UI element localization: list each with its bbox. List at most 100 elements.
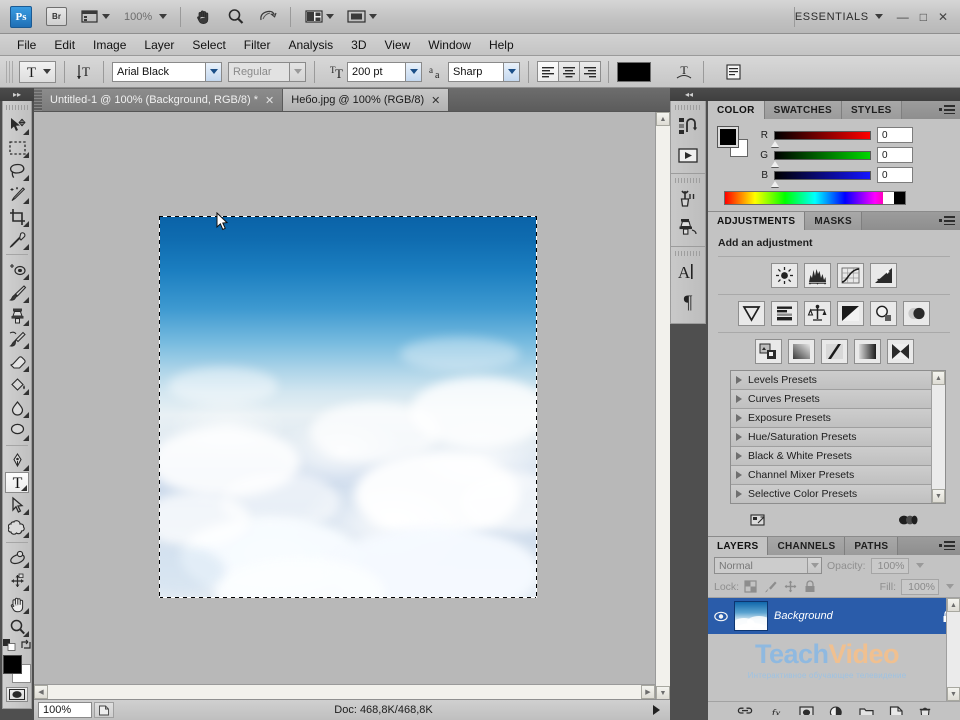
scroll-up-button[interactable]: ▲	[656, 112, 670, 126]
tool-hand[interactable]	[4, 592, 30, 615]
tool-dodge[interactable]	[4, 419, 30, 442]
menu-file[interactable]: File	[8, 36, 45, 54]
tool-eyedropper[interactable]	[4, 228, 30, 251]
menu-image[interactable]: Image	[84, 36, 135, 54]
panel-dock-header[interactable]	[708, 88, 960, 101]
layers-panel-menu-button[interactable]	[939, 541, 955, 550]
adjustment-presets-list[interactable]: Levels Presets Curves Presets Exposure P…	[730, 370, 946, 504]
tool-pen[interactable]	[4, 449, 30, 472]
layers-scroll-up-button[interactable]: ▲	[947, 598, 960, 612]
tool-horizontal-type[interactable]: T	[5, 472, 29, 493]
align-left-button[interactable]	[537, 61, 559, 82]
text-color-swatch[interactable]	[617, 61, 651, 82]
g-value-field[interactable]: 0	[877, 147, 913, 163]
tool-lasso[interactable]	[4, 159, 30, 182]
screen-mode-button[interactable]	[347, 8, 378, 25]
paragraph-panel-icon[interactable]: ¶	[673, 287, 703, 315]
default-colors-icon[interactable]	[2, 638, 16, 651]
tool-path-selection[interactable]	[4, 493, 30, 516]
tool-history-brush[interactable]	[4, 327, 30, 350]
tool-3d-rotate[interactable]	[4, 546, 30, 569]
window-minimize-button[interactable]: —	[897, 10, 909, 24]
layer-name[interactable]: Background	[774, 610, 936, 622]
swap-colors-icon[interactable]	[20, 639, 32, 651]
tab-layers[interactable]: LAYERS	[708, 537, 769, 555]
hue-saturation-icon[interactable]	[771, 301, 798, 326]
canvas-vertical-scrollbar[interactable]: ▲ ▼	[655, 112, 670, 700]
tool-presets-panel-icon[interactable]	[673, 185, 703, 213]
menu-help[interactable]: Help	[480, 36, 523, 54]
layer-visibility-eye-icon[interactable]	[714, 611, 728, 622]
view-previous-state-icon[interactable]	[898, 512, 918, 526]
toolbox-collapse-button[interactable]: ▸▸	[0, 88, 34, 101]
font-family-select[interactable]: Arial Black	[112, 61, 222, 82]
history-panel-icon[interactable]	[673, 112, 703, 140]
opacity-value-field[interactable]: 100%	[870, 557, 909, 574]
options-bar-grip[interactable]	[6, 60, 13, 83]
tool-gradient[interactable]	[4, 373, 30, 396]
zoom-chevron-down-icon[interactable]	[159, 14, 168, 19]
tool-move[interactable]	[4, 113, 30, 136]
menu-view[interactable]: View	[375, 36, 419, 54]
lock-image-pixels-icon[interactable]	[764, 580, 777, 593]
document-canvas[interactable]	[159, 216, 537, 598]
g-slider[interactable]	[771, 150, 871, 167]
window-maximize-button[interactable]: □	[920, 10, 927, 24]
tool-rectangular-marquee[interactable]	[4, 136, 30, 159]
posterize-icon[interactable]	[787, 339, 815, 364]
canvas-horizontal-scrollbar[interactable]: ◀ ▶	[34, 684, 655, 699]
tab-adjustments[interactable]: ADJUSTMENTS	[708, 212, 806, 230]
adjustments-panel-menu-button[interactable]	[939, 216, 955, 225]
menu-filter[interactable]: Filter	[235, 36, 280, 54]
font-style-select[interactable]: Regular	[228, 61, 306, 82]
zoom-tool-button[interactable]	[226, 8, 245, 25]
rotate-view-tool-button[interactable]	[258, 8, 277, 25]
selective-color-icon[interactable]	[886, 339, 914, 364]
document-tab-grip[interactable]	[34, 88, 42, 111]
presets-scrollbar[interactable]: ▲ ▼	[931, 371, 945, 503]
align-center-button[interactable]	[558, 61, 580, 82]
tool-quick-selection[interactable]	[4, 182, 30, 205]
document-tab-nebo-jpg[interactable]: Небо.jpg @ 100% (RGB/8) ✕	[283, 89, 450, 111]
zoom-level-display[interactable]: 100%	[124, 11, 152, 23]
status-preview-button[interactable]	[94, 702, 114, 718]
close-icon[interactable]: ✕	[265, 94, 274, 107]
scroll-down-button[interactable]: ▼	[656, 686, 670, 700]
menu-select[interactable]: Select	[183, 36, 234, 54]
opacity-chevron-down-icon[interactable]	[915, 563, 924, 568]
toolbox-grip[interactable]	[6, 105, 28, 110]
photoshop-logo-icon[interactable]: Ps	[10, 5, 32, 28]
return-to-adjustment-list-icon[interactable]	[750, 512, 768, 527]
icon-dock-expand-button[interactable]: ◂◂	[670, 88, 708, 101]
exposure-icon[interactable]	[870, 263, 897, 288]
clone-source-panel-icon[interactable]	[673, 214, 703, 242]
vibrance-icon[interactable]	[738, 301, 765, 326]
align-right-button[interactable]	[579, 61, 601, 82]
layer-list-scrollbar[interactable]: ▲ ▼	[946, 598, 960, 701]
menu-edit[interactable]: Edit	[45, 36, 84, 54]
color-balance-icon[interactable]	[804, 301, 831, 326]
channel-mixer-icon[interactable]	[903, 301, 930, 326]
actions-panel-icon[interactable]	[673, 141, 703, 169]
threshold-icon[interactable]	[820, 339, 848, 364]
color-spectrum-ramp[interactable]	[724, 191, 906, 205]
close-icon[interactable]: ✕	[431, 94, 440, 107]
font-size-select[interactable]: 200 pt	[347, 61, 422, 82]
tool-eraser[interactable]	[4, 350, 30, 373]
tab-color[interactable]: COLOR	[708, 101, 765, 119]
icon-dock-grip-2[interactable]	[675, 178, 701, 183]
warp-text-button[interactable]: T	[673, 61, 695, 82]
photo-filter-icon[interactable]	[870, 301, 897, 326]
tool-blur[interactable]	[4, 396, 30, 419]
b-value-field[interactable]: 0	[877, 167, 913, 183]
color-panel-menu-button[interactable]	[939, 105, 955, 114]
tool-clone-stamp[interactable]	[4, 304, 30, 327]
tab-masks[interactable]: MASKS	[805, 212, 862, 230]
status-zoom-field[interactable]: 100%	[38, 702, 92, 718]
icon-dock-grip-1[interactable]	[675, 105, 701, 110]
layer-row-background[interactable]: Background	[708, 598, 960, 634]
tool-spot-healing-brush[interactable]	[4, 258, 30, 281]
preset-channel-mixer[interactable]: Channel Mixer Presets	[731, 466, 931, 485]
r-value-field[interactable]: 0	[877, 127, 913, 143]
workspace-chevron-down-icon[interactable]	[874, 14, 883, 19]
